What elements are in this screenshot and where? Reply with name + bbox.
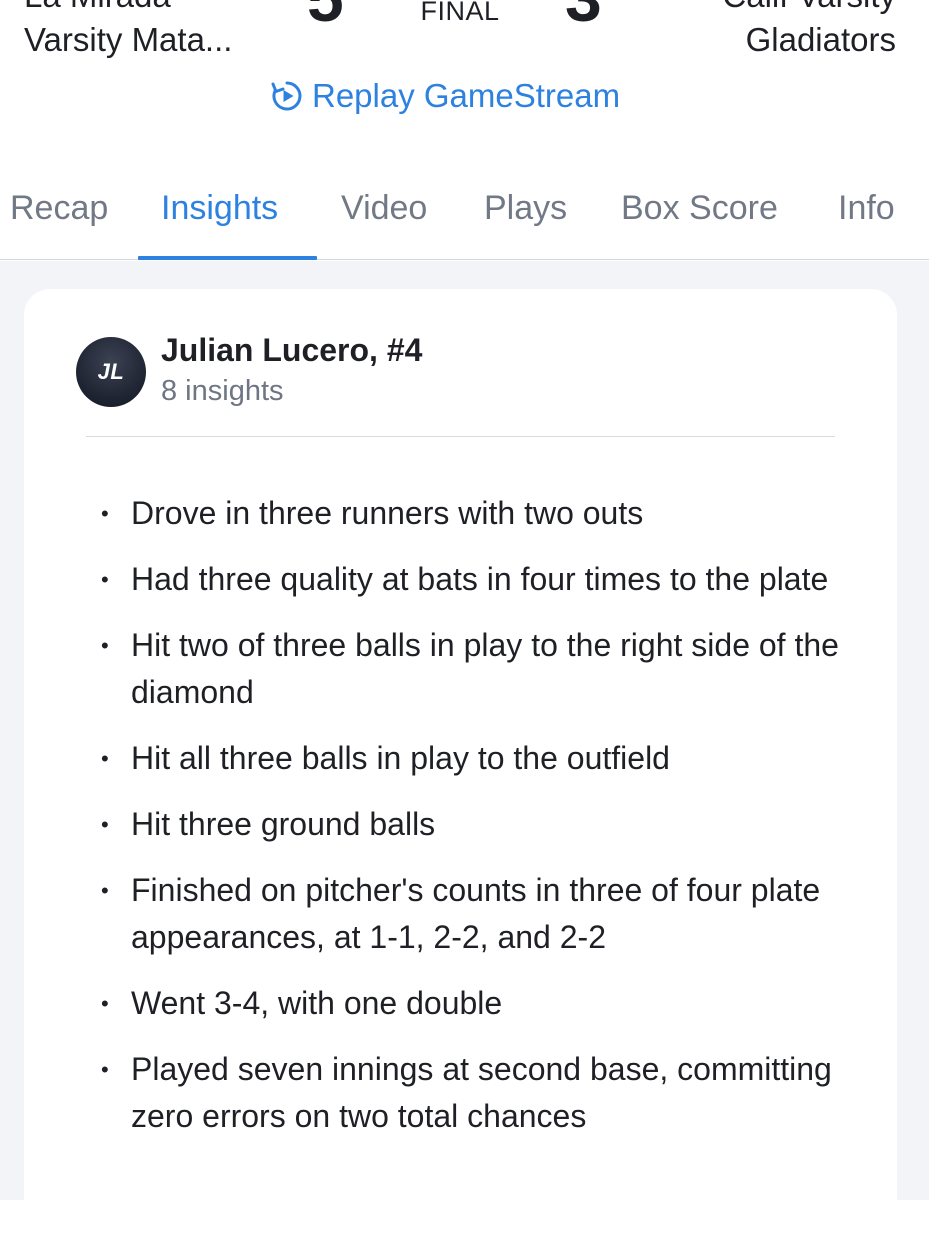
- insight-item: • Played seven innings at second base, co…: [98, 1046, 868, 1140]
- home-team-name[interactable]: La Mirada Varsity Mata...: [24, 0, 232, 62]
- player-name[interactable]: Julian Lucero, #4: [161, 332, 422, 369]
- bullet-icon: •: [101, 878, 109, 903]
- away-team-name[interactable]: Calif Varsity Gladiators: [722, 0, 896, 62]
- insight-item: • Had three quality at bats in four times…: [98, 556, 868, 603]
- bullet-icon: •: [101, 746, 109, 771]
- insight-item: • Hit three ground balls: [98, 801, 868, 848]
- replay-play-icon: [271, 81, 302, 111]
- insight-text: Drove in three runners with two outs: [131, 495, 644, 531]
- insights-list: • Drove in three runners with two outs • H…: [98, 490, 868, 1159]
- insight-text: Had three quality at bats in four times …: [131, 561, 829, 597]
- bullet-icon: •: [101, 991, 109, 1016]
- away-score: 3: [565, 0, 602, 38]
- game-header: La Mirada Varsity Mata... 5 FINAL 3 Cali…: [0, 0, 929, 142]
- bullet-icon: •: [101, 633, 109, 658]
- insight-item: • Hit all three balls in play to the outf…: [98, 735, 868, 782]
- bullet-icon: •: [101, 812, 109, 837]
- tab-recap[interactable]: Recap: [10, 175, 108, 260]
- replay-gamestream-link[interactable]: Replay GameStream: [270, 74, 620, 118]
- home-team-name-line2: Varsity Mata...: [24, 21, 233, 58]
- bullet-icon: •: [101, 501, 109, 526]
- insight-text: Hit all three balls in play to the outfi…: [131, 740, 670, 776]
- insight-text: Finished on pitcher's counts in three of…: [131, 872, 821, 955]
- insight-text: Hit two of three balls in play to the ri…: [131, 627, 839, 710]
- insight-text: Played seven innings at second base, com…: [131, 1051, 832, 1134]
- divider: [86, 436, 835, 437]
- tab-info[interactable]: Info: [838, 175, 895, 260]
- active-tab-indicator: [138, 256, 317, 260]
- away-team-name-line2: Gladiators: [745, 21, 896, 58]
- bullet-icon: •: [101, 567, 109, 592]
- insight-text: Hit three ground balls: [131, 806, 436, 842]
- tab-insights[interactable]: Insights: [161, 175, 278, 260]
- avatar[interactable]: JL: [76, 337, 146, 407]
- away-team-name-line1: Calif Varsity: [722, 0, 896, 18]
- bullet-icon: •: [101, 1057, 109, 1082]
- tab-box-score[interactable]: Box Score: [621, 175, 778, 260]
- insight-item: • Went 3-4, with one double: [98, 980, 868, 1027]
- insight-text: Went 3-4, with one double: [131, 985, 503, 1021]
- insight-item: • Hit two of three balls in play to the r…: [98, 622, 868, 716]
- game-status: FINAL: [420, 0, 500, 26]
- insight-item: • Finished on pitcher's counts in three o…: [98, 867, 868, 961]
- insight-count: 8 insights: [161, 375, 284, 407]
- tab-video[interactable]: Video: [341, 175, 427, 260]
- replay-gamestream-label: Replay GameStream: [312, 77, 621, 114]
- insight-item: • Drove in three runners with two outs: [98, 490, 868, 537]
- tab-plays[interactable]: Plays: [484, 175, 567, 260]
- game-tabs: Recap Insights Video Plays Box Score Inf…: [0, 175, 929, 260]
- home-team-name-line1: La Mirada: [24, 0, 232, 18]
- home-score: 5: [307, 0, 344, 38]
